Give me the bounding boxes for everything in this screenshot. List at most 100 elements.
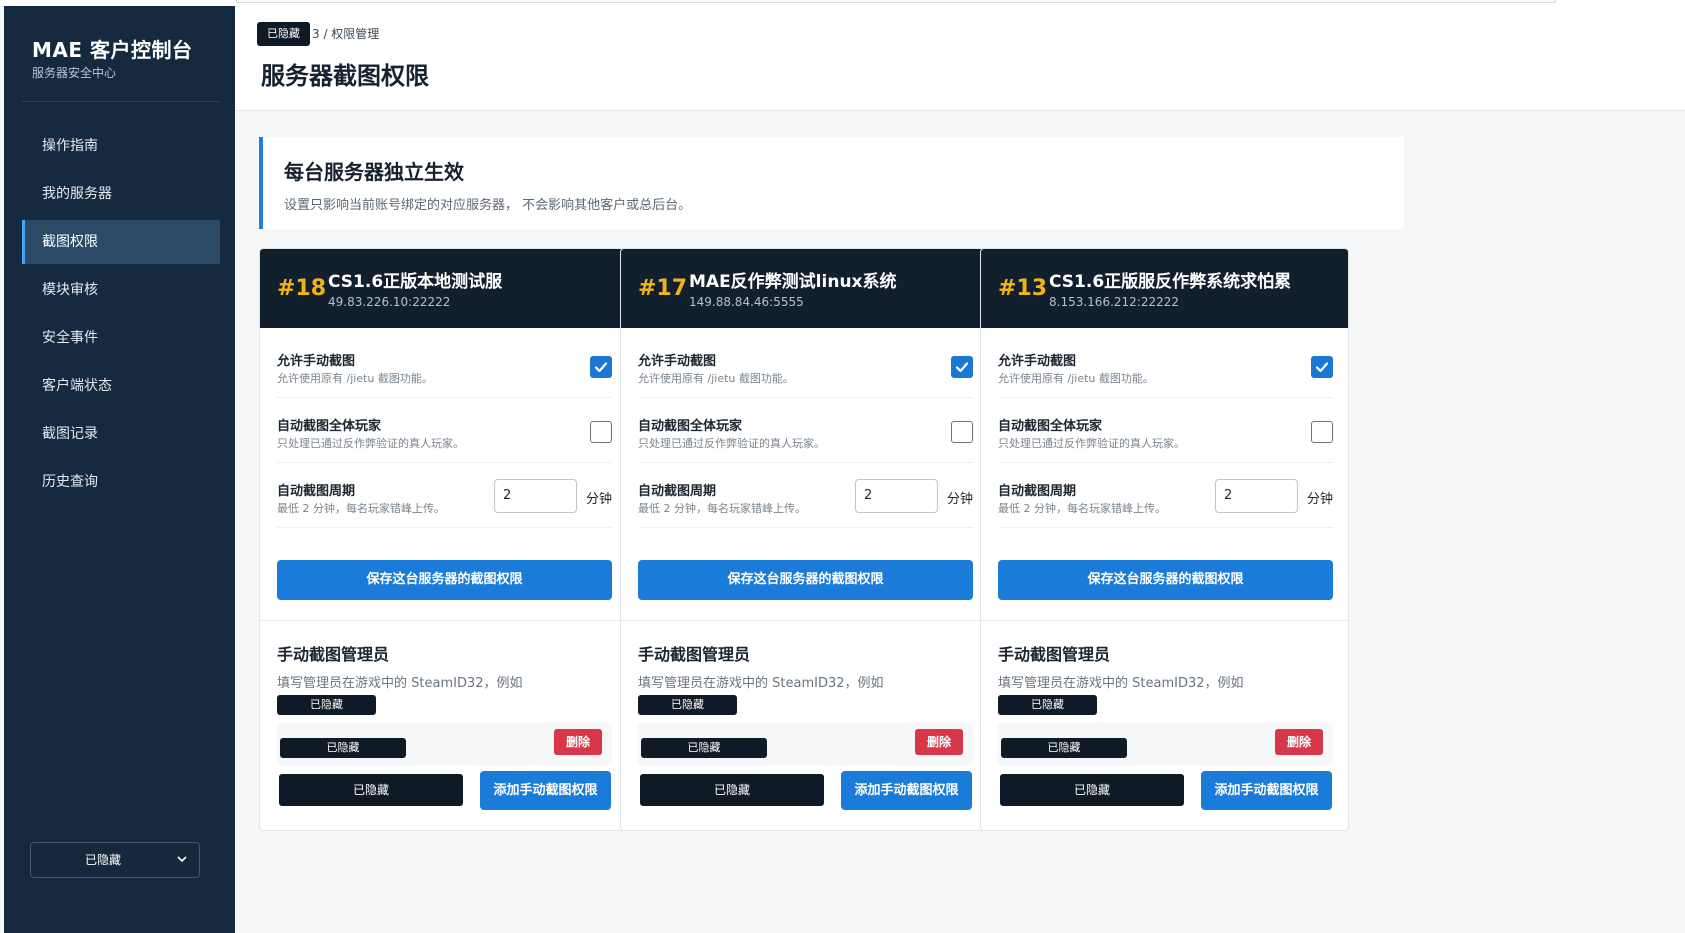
server-number: #18 — [277, 276, 327, 301]
manual-screenshot-title: 允许手动截图 — [638, 354, 717, 369]
admin-steamid-hidden: 已隐藏 — [641, 738, 767, 758]
top-bar — [236, 0, 1556, 3]
auto-screenshot-desc: 只处理已通过反作弊验证的真人玩家。 — [277, 437, 464, 450]
save-permissions-button[interactable]: 保存这台服务器的截图权限 — [998, 560, 1333, 600]
breadcrumb: 已隐藏 3 / 权限管理 — [257, 22, 379, 46]
server-address: 49.83.226.10:22222 — [328, 295, 451, 309]
admin-example-hidden: 已隐藏 — [638, 695, 737, 715]
account-select-value: 已隐藏 — [84, 853, 121, 867]
auto-screenshot-checkbox[interactable] — [590, 421, 612, 443]
manual-screenshot-desc: 允许使用原有 /jietu 截图功能。 — [638, 372, 794, 385]
server-address: 8.153.166.212:22222 — [1049, 295, 1180, 309]
period-minutes-input[interactable]: 2 — [1215, 479, 1298, 513]
admin-steamid-hidden: 已隐藏 — [1001, 738, 1127, 758]
sidebar-item-screenshot-records[interactable]: 截图记录 — [22, 412, 220, 456]
add-admin-input[interactable]: 已隐藏 — [279, 774, 463, 806]
sidebar-item-security-events[interactable]: 安全事件 — [22, 316, 220, 360]
card-header: #13 CS1.6正版服反作弊系统求怕累 8.153.166.212:22222 — [981, 249, 1348, 328]
sidebar-item-screenshot-permissions[interactable]: 截图权限 — [22, 220, 220, 264]
add-admin-button[interactable]: 添加手动截图权限 — [1201, 771, 1332, 810]
admin-section-desc: 填写管理员在游戏中的 SteamID32，例如 — [998, 676, 1244, 691]
manual-screenshot-title: 允许手动截图 — [277, 354, 356, 369]
auto-screenshot-desc: 只处理已通过反作弊验证的真人玩家。 — [998, 437, 1185, 450]
add-admin-button[interactable]: 添加手动截图权限 — [480, 771, 611, 810]
auto-period-desc: 最低 2 分钟，每名玩家错峰上传。 — [638, 502, 806, 515]
sidebar-item-guide[interactable]: 操作指南 — [22, 124, 220, 168]
save-permissions-button[interactable]: 保存这台服务器的截图权限 — [277, 560, 612, 600]
add-admin-input[interactable]: 已隐藏 — [1000, 774, 1184, 806]
card-header: #17 MAE反作弊测试linux系统 149.88.84.46:5555 — [621, 249, 988, 328]
admin-example-hidden: 已隐藏 — [998, 695, 1097, 715]
server-name: CS1.6正版服反作弊系统求怕累 — [1049, 272, 1292, 292]
period-minutes-input[interactable]: 2 — [494, 479, 577, 513]
auto-screenshot-checkbox[interactable] — [1311, 421, 1333, 443]
info-description: 设置只影响当前账号绑定的对应服务器， 不会影响其他客户或总后台。 — [284, 198, 692, 213]
sidebar: MAE 客户控制台 服务器安全中心 操作指南 我的服务器 截图权限 模块审核 安… — [4, 6, 235, 933]
chevron-down-icon — [177, 856, 187, 863]
auto-period-desc: 最低 2 分钟，每名玩家错峰上传。 — [998, 502, 1166, 515]
admin-list-item: 已隐藏 删除 — [998, 723, 1333, 765]
sidebar-item-history-query[interactable]: 历史查询 — [22, 460, 220, 504]
manual-screenshot-title: 允许手动截图 — [998, 354, 1077, 369]
manual-screenshot-checkbox[interactable] — [590, 356, 612, 378]
server-card-17: #17 MAE反作弊测试linux系统 149.88.84.46:5555 允许… — [620, 248, 989, 831]
admin-section-desc: 填写管理员在游戏中的 SteamID32，例如 — [638, 676, 884, 691]
auto-period-title: 自动截图周期 — [277, 484, 356, 499]
manual-screenshot-row: 允许手动截图 允许使用原有 /jietu 截图功能。 — [638, 328, 973, 398]
auto-period-title: 自动截图周期 — [998, 484, 1077, 499]
sidebar-item-my-servers[interactable]: 我的服务器 — [22, 172, 220, 216]
manual-screenshot-desc: 允许使用原有 /jietu 截图功能。 — [998, 372, 1154, 385]
admin-example-hidden: 已隐藏 — [277, 695, 376, 715]
server-card-13: #13 CS1.6正版服反作弊系统求怕累 8.153.166.212:22222… — [980, 248, 1349, 831]
breadcrumb-tail[interactable]: 3 / 权限管理 — [312, 27, 379, 41]
sidebar-item-module-review[interactable]: 模块审核 — [22, 268, 220, 312]
section-divider — [260, 620, 627, 621]
manual-screenshot-checkbox[interactable] — [951, 356, 973, 378]
check-icon — [1315, 362, 1329, 373]
server-address: 149.88.84.46:5555 — [689, 295, 804, 309]
admin-section-desc: 填写管理员在游戏中的 SteamID32，例如 — [277, 676, 523, 691]
admin-section-title: 手动截图管理员 — [998, 645, 1111, 664]
auto-screenshot-checkbox[interactable] — [951, 421, 973, 443]
auto-screenshot-title: 自动截图全体玩家 — [277, 419, 382, 434]
auto-screenshot-title: 自动截图全体玩家 — [998, 419, 1103, 434]
sidebar-divider — [22, 101, 220, 102]
add-admin-input[interactable]: 已隐藏 — [640, 774, 824, 806]
admin-section-title: 手动截图管理员 — [638, 645, 751, 664]
delete-admin-button[interactable]: 删除 — [554, 729, 602, 755]
brand-title: MAE 客户控制台 — [32, 38, 193, 62]
section-divider — [981, 620, 1348, 621]
sidebar-nav: 操作指南 我的服务器 截图权限 模块审核 安全事件 客户端状态 截图记录 历史查… — [22, 124, 220, 508]
info-title: 每台服务器独立生效 — [284, 160, 464, 184]
manual-screenshot-checkbox[interactable] — [1311, 356, 1333, 378]
server-name: CS1.6正版本地测试服 — [328, 272, 503, 292]
server-card-18: #18 CS1.6正版本地测试服 49.83.226.10:22222 允许手动… — [259, 248, 628, 831]
auto-period-row: 自动截图周期 最低 2 分钟，每名玩家错峰上传。 2 分钟 — [998, 458, 1333, 528]
delete-admin-button[interactable]: 删除 — [1275, 729, 1323, 755]
period-unit: 分钟 — [1306, 492, 1333, 507]
auto-period-row: 自动截图周期 最低 2 分钟，每名玩家错峰上传。 2 分钟 — [638, 458, 973, 528]
auto-screenshot-row: 自动截图全体玩家 只处理已通过反作弊验证的真人玩家。 — [277, 393, 612, 463]
admin-steamid-hidden: 已隐藏 — [280, 738, 406, 758]
auto-screenshot-row: 自动截图全体玩家 只处理已通过反作弊验证的真人玩家。 — [998, 393, 1333, 463]
add-admin-button[interactable]: 添加手动截图权限 — [841, 771, 972, 810]
brand-subtitle: 服务器安全中心 — [32, 66, 117, 80]
page-header: 已隐藏 3 / 权限管理 服务器截图权限 — [235, 6, 1685, 111]
period-unit: 分钟 — [585, 492, 612, 507]
sidebar-item-client-status[interactable]: 客户端状态 — [22, 364, 220, 408]
delete-admin-button[interactable]: 删除 — [915, 729, 963, 755]
manual-screenshot-desc: 允许使用原有 /jietu 截图功能。 — [277, 372, 433, 385]
server-number: #17 — [638, 276, 688, 301]
auto-period-row: 自动截图周期 最低 2 分钟，每名玩家错峰上传。 2 分钟 — [277, 458, 612, 528]
save-permissions-button[interactable]: 保存这台服务器的截图权限 — [638, 560, 973, 600]
auto-screenshot-desc: 只处理已通过反作弊验证的真人玩家。 — [638, 437, 825, 450]
period-minutes-input[interactable]: 2 — [855, 479, 938, 513]
server-name: MAE反作弊测试linux系统 — [689, 272, 897, 292]
server-number: #13 — [998, 276, 1048, 301]
check-icon — [955, 362, 969, 373]
account-select[interactable]: 已隐藏 — [30, 842, 200, 878]
auto-period-desc: 最低 2 分钟，每名玩家错峰上传。 — [277, 502, 445, 515]
admin-list-item: 已隐藏 删除 — [277, 723, 612, 765]
manual-screenshot-row: 允许手动截图 允许使用原有 /jietu 截图功能。 — [998, 328, 1333, 398]
section-divider — [621, 620, 988, 621]
